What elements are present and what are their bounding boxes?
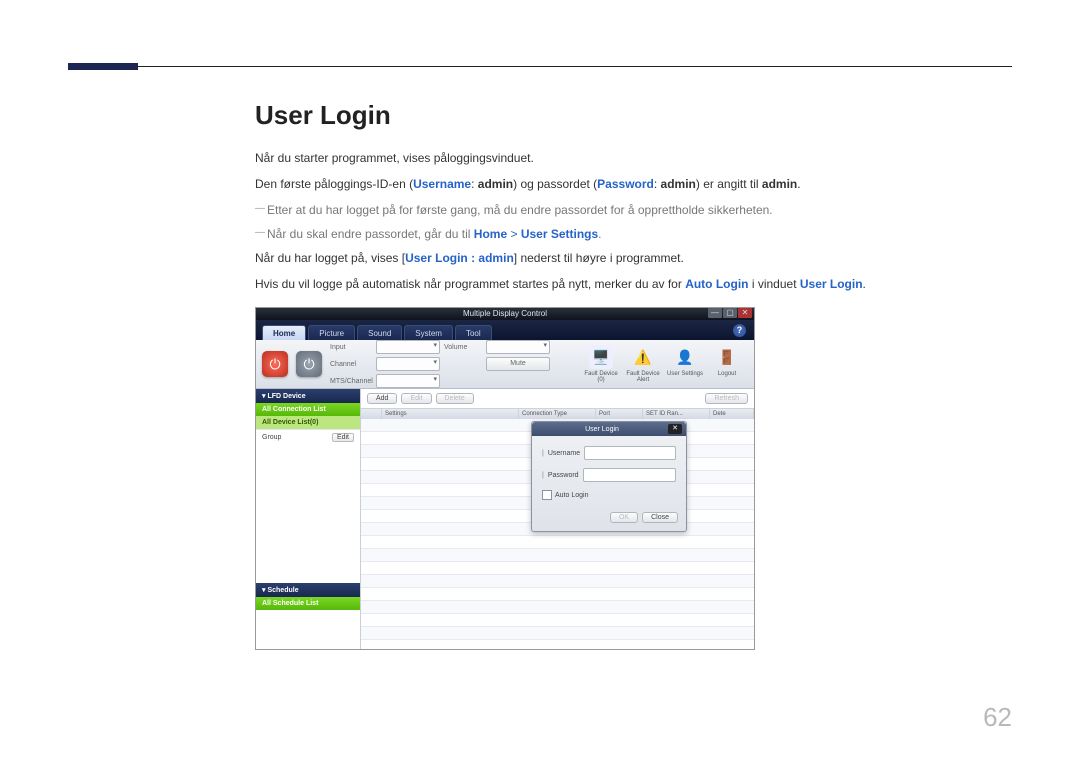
tab-system[interactable]: System bbox=[404, 325, 453, 340]
password-input[interactable] bbox=[583, 468, 676, 482]
volume-select[interactable] bbox=[486, 340, 550, 354]
label-input: Input bbox=[330, 344, 372, 351]
tab-bar: Home Picture Sound System Tool ? bbox=[256, 320, 754, 340]
refresh-button[interactable]: Refresh bbox=[705, 393, 748, 404]
col-connection-type: Connection Type bbox=[519, 409, 596, 419]
power-off-icon[interactable] bbox=[296, 351, 322, 377]
help-icon[interactable]: ? bbox=[733, 324, 746, 337]
window-title: Multiple Display Control — ▢ ✕ bbox=[256, 308, 754, 320]
sidebar: ▾ LFD Device All Connection List All Dev… bbox=[256, 389, 361, 650]
tab-home[interactable]: Home bbox=[262, 325, 306, 340]
window-controls: — ▢ ✕ bbox=[708, 308, 752, 318]
sidebar-item-all-device[interactable]: All Device List(0) bbox=[256, 416, 360, 429]
channel-select[interactable] bbox=[376, 357, 440, 371]
page-content: User Login Når du starter programmet, vi… bbox=[255, 100, 1015, 650]
door-icon: 🚪 bbox=[715, 345, 739, 369]
mute-button[interactable]: Mute bbox=[486, 357, 550, 371]
logout-button[interactable]: 🚪 Logout bbox=[706, 345, 748, 383]
auto-login-checkbox[interactable] bbox=[542, 490, 552, 500]
auto-login-label: Auto Login bbox=[555, 492, 588, 499]
monitor-icon: 🖥️ bbox=[589, 345, 613, 369]
delete-button[interactable]: Delete bbox=[436, 393, 474, 404]
tab-sound[interactable]: Sound bbox=[357, 325, 402, 340]
col-setid: SET ID Ran... bbox=[643, 409, 710, 419]
user-settings-button[interactable]: 👤 User Settings bbox=[664, 345, 706, 383]
user-icon: 👤 bbox=[673, 345, 697, 369]
label-channel: Channel bbox=[330, 361, 372, 368]
label-username: Username bbox=[413, 177, 471, 191]
page-number: 62 bbox=[983, 702, 1012, 733]
fault-device-button[interactable]: 🖥️ Fault Device (0) bbox=[580, 345, 622, 383]
note-2: Når du skal endre passordet, går du til … bbox=[255, 225, 1015, 243]
sidebar-row-group: Group Edit bbox=[256, 429, 360, 445]
note-1: Etter at du har logget på for første gan… bbox=[255, 201, 1015, 219]
group-edit-button[interactable]: Edit bbox=[332, 433, 354, 442]
close-button[interactable]: ✕ bbox=[738, 308, 752, 318]
control-fields: Input Volume Channel Mute MTS/Channel bbox=[330, 340, 550, 388]
username-input[interactable] bbox=[584, 446, 676, 460]
col-dete: Dete bbox=[710, 409, 754, 419]
paragraph-2: Den første påloggings-ID-en (Username: a… bbox=[255, 175, 1015, 193]
add-button[interactable]: Add bbox=[367, 393, 397, 404]
tab-tool[interactable]: Tool bbox=[455, 325, 492, 340]
warning-icon: ⚠️ bbox=[631, 345, 655, 369]
label-password-field: Password bbox=[548, 472, 579, 479]
grid-header: Settings Connection Type Port SET ID Ran… bbox=[361, 409, 754, 419]
paragraph-4: Hvis du vil logge på automatisk når prog… bbox=[255, 275, 1015, 293]
main-panel: Add Edit Delete Refresh Settings Connect… bbox=[361, 389, 754, 650]
paragraph-3: Når du har logget på, vises [User Login … bbox=[255, 249, 1015, 267]
sidebar-item-all-schedule[interactable]: All Schedule List bbox=[256, 597, 360, 610]
sidebar-header-schedule[interactable]: ▾ Schedule bbox=[256, 583, 360, 597]
minimize-button[interactable]: — bbox=[708, 308, 722, 318]
maximize-button[interactable]: ▢ bbox=[723, 308, 737, 318]
close-dialog-button[interactable]: Close bbox=[642, 512, 678, 523]
dialog-titlebar: User Login ✕ bbox=[532, 422, 686, 436]
ok-button[interactable]: OK bbox=[610, 512, 638, 523]
input-select[interactable] bbox=[376, 340, 440, 354]
power-on-icon[interactable] bbox=[262, 351, 288, 377]
chapter-accent-bar bbox=[68, 63, 138, 70]
label-password: Password bbox=[597, 177, 654, 191]
col-settings: Settings bbox=[382, 409, 519, 419]
label-volume: Volume bbox=[444, 344, 482, 351]
label-mtschannel: MTS/Channel bbox=[330, 378, 372, 385]
page-heading: User Login bbox=[255, 100, 1015, 131]
user-login-dialog: User Login ✕ | Username | Password bbox=[531, 421, 687, 532]
edit-button[interactable]: Edit bbox=[401, 393, 431, 404]
col-port: Port bbox=[596, 409, 643, 419]
dialog-close-icon[interactable]: ✕ bbox=[668, 424, 682, 434]
mtschannel-select[interactable] bbox=[376, 374, 440, 388]
label-username-field: Username bbox=[548, 450, 580, 457]
fault-alert-button[interactable]: ⚠️ Fault Device Alert bbox=[622, 345, 664, 383]
tab-picture[interactable]: Picture bbox=[308, 325, 355, 340]
sidebar-header-lfd[interactable]: ▾ LFD Device bbox=[256, 389, 360, 403]
paragraph-1: Når du starter programmet, vises påloggi… bbox=[255, 149, 1015, 167]
app-screenshot: Multiple Display Control — ▢ ✕ Home Pict… bbox=[255, 307, 755, 650]
toolbar: Input Volume Channel Mute MTS/Channel 🖥️… bbox=[256, 340, 754, 389]
horizontal-rule bbox=[68, 66, 1012, 67]
sidebar-item-all-connection[interactable]: All Connection List bbox=[256, 403, 360, 416]
